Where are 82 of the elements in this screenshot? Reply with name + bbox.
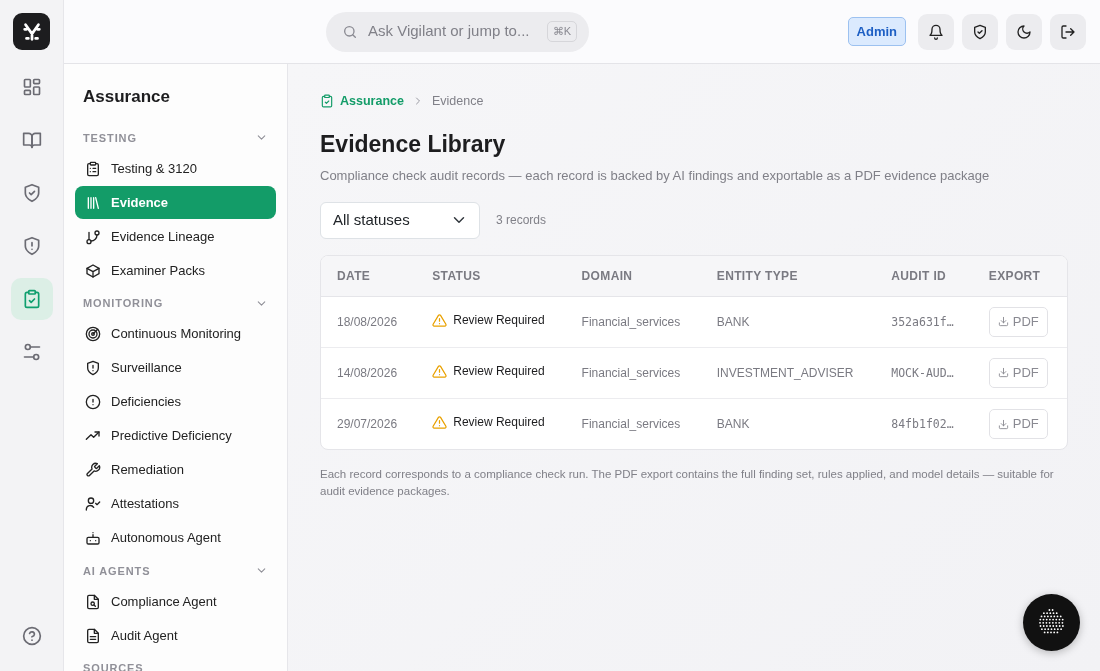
entity-type-cell: BANK — [716, 314, 750, 329]
sliders-icon — [21, 342, 42, 362]
sidebar-item[interactable]: Continuous Monitoring — [75, 317, 276, 351]
warning-icon — [432, 312, 448, 328]
audit-id-cell: MOCK-AUD… — [891, 365, 954, 380]
sidebar-item[interactable]: Evidence — [75, 186, 276, 219]
package-icon — [85, 262, 101, 279]
warning-icon — [432, 363, 448, 379]
user-check-icon — [85, 496, 101, 512]
warning-icon — [432, 414, 448, 430]
page-subtitle: Compliance check audit records — each record is backed by AI findings and exportable as a PDF evidence package — [320, 167, 991, 186]
clipboard-list-icon — [85, 160, 101, 177]
audit-id-cell: 84fb1f02… — [891, 416, 954, 431]
status-label: Review Required — [453, 312, 545, 330]
wrench-icon — [85, 462, 101, 478]
shield-alert-icon — [85, 360, 101, 376]
robot-icon — [85, 530, 101, 546]
sidebar-item[interactable]: Audit Agent — [75, 619, 276, 652]
sidebar-item[interactable]: Remediation — [75, 453, 276, 487]
section-heading: MONITORING — [83, 296, 164, 311]
breadcrumb-current: Evidence — [431, 93, 484, 110]
entity-type-cell: BANK — [716, 417, 750, 432]
logout-icon — [1060, 23, 1076, 40]
search-input[interactable]: Ask Vigilant or jump to... — [366, 19, 539, 44]
column-header: AUDIT ID — [875, 255, 973, 297]
shortcut-hint: ⌘K — [546, 21, 577, 42]
help-icon — [21, 626, 42, 646]
book-icon — [21, 130, 42, 150]
domain-cell: Financial_services — [581, 365, 681, 380]
status-label: Review Required — [453, 363, 545, 381]
branch-icon — [85, 228, 101, 245]
bell-icon — [928, 23, 944, 40]
audit-id-cell: 352a631f… — [891, 314, 954, 329]
section-heading: AI AGENTS — [83, 563, 151, 579]
column-header: DOMAIN — [565, 255, 701, 297]
notifications-button[interactable] — [918, 13, 954, 50]
radar-icon — [85, 326, 101, 342]
column-header: EXPORT — [972, 255, 1067, 297]
sidebar-item[interactable]: Examiner Packs — [75, 254, 276, 287]
shield-check-icon — [972, 23, 988, 40]
date-cell: 18/08/2026 — [337, 314, 398, 329]
column-header: ENTITY TYPE — [700, 255, 876, 297]
sidebar-item[interactable]: Attestations — [75, 487, 276, 521]
sidebar-item[interactable]: Surveillance — [75, 351, 276, 385]
security-button[interactable] — [962, 13, 998, 50]
clipboard-check-icon — [320, 94, 334, 109]
domain-cell: Financial_services — [581, 417, 681, 432]
sidebar-item[interactable]: Autonomous Agent — [75, 521, 276, 555]
sidebar-item[interactable]: Evidence Lineage — [75, 220, 276, 253]
status-label: Review Required — [453, 414, 545, 432]
sidebar-item[interactable]: Deficiencies — [75, 385, 276, 419]
download-icon — [997, 316, 1009, 328]
download-icon — [997, 418, 1009, 430]
domain-cell: Financial_services — [581, 314, 681, 329]
sidebar-item[interactable]: Testing & 3120 — [75, 152, 276, 185]
grid-icon — [21, 77, 42, 97]
app-logo[interactable] — [13, 13, 50, 50]
entity-type-cell: INVESTMENT_ADVISER — [716, 365, 854, 380]
theme-toggle-button[interactable] — [1006, 13, 1042, 50]
role-badge: Admin — [847, 16, 906, 47]
download-icon — [997, 367, 1009, 379]
alert-circle-icon — [85, 394, 101, 410]
status-filter[interactable]: All statuses — [320, 201, 480, 239]
logout-button[interactable] — [1050, 13, 1086, 50]
library-icon — [85, 194, 101, 211]
section-heading: TESTING — [83, 130, 137, 146]
assistant-button[interactable] — [1023, 594, 1080, 651]
record-count: 3 records — [496, 212, 547, 230]
file-text-icon — [85, 627, 101, 644]
rail-nav-button[interactable] — [10, 278, 53, 320]
column-header: STATUS — [416, 255, 566, 297]
sidebar-title: Assurance — [83, 86, 171, 108]
sidebar-item[interactable]: Compliance Agent — [75, 585, 276, 618]
sidebar-item[interactable]: Predictive Deficiency — [75, 419, 276, 453]
footnote: Each record corresponds to a compliance check run. The PDF export contains the full finding set, rules applied, and model details — suitable for audit evidence packages. — [320, 467, 1055, 499]
date-cell: 29/07/2026 — [337, 417, 398, 432]
date-cell: 14/08/2026 — [337, 365, 398, 380]
column-header: DATE — [321, 255, 417, 297]
file-search-icon — [85, 593, 101, 610]
page-title: Evidence Library — [320, 130, 507, 159]
moon-icon — [1016, 23, 1032, 40]
search-icon — [342, 23, 358, 40]
